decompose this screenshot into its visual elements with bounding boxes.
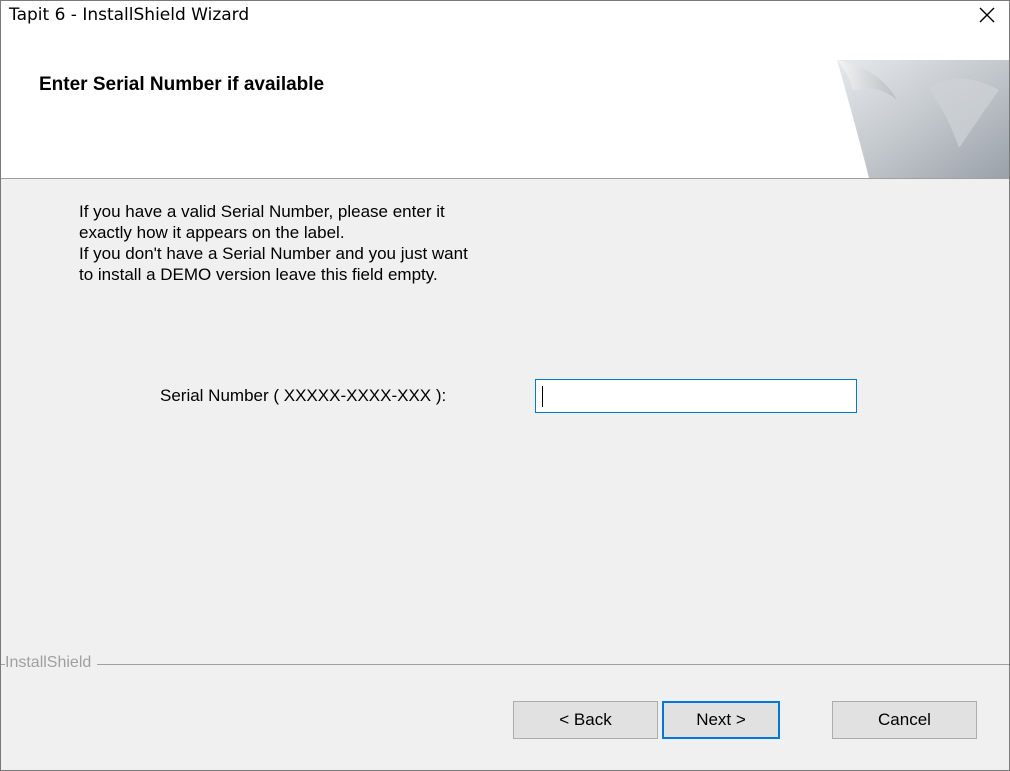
close-icon: [979, 7, 995, 22]
window-title: Tapit 6 - InstallShield Wizard: [9, 5, 250, 25]
wizard-header: Enter Serial Number if available: [1, 28, 1009, 179]
back-button[interactable]: < Back: [513, 701, 658, 739]
page-title: Enter Serial Number if available: [39, 74, 325, 95]
instruction-line: exactly how it appears on the label.: [79, 223, 345, 242]
text-caret: [542, 386, 543, 407]
instructions-text: If you have a valid Serial Number, pleas…: [79, 201, 468, 285]
installer-window: Tapit 6 - InstallShield Wizard Enter Ser…: [0, 0, 1010, 771]
close-button[interactable]: [965, 1, 1009, 28]
next-button[interactable]: Next >: [662, 701, 780, 739]
serial-number-input[interactable]: [535, 379, 857, 413]
instruction-line: If you have a valid Serial Number, pleas…: [79, 202, 445, 221]
installshield-brand: InstallShield: [5, 654, 98, 672]
instruction-line: If you don't have a Serial Number and yo…: [79, 244, 468, 263]
cancel-button[interactable]: Cancel: [832, 701, 977, 739]
brand-divider: InstallShield: [1, 654, 1009, 674]
instruction-line: to install a DEMO version leave this fie…: [79, 265, 438, 284]
serial-number-label: Serial Number ( XXXXX-XXXX-XXX ):: [160, 386, 447, 405]
title-bar[interactable]: Tapit 6 - InstallShield Wizard: [1, 1, 1009, 28]
divider-line: [1, 664, 1009, 665]
page-curl-graphic: [837, 60, 1009, 178]
